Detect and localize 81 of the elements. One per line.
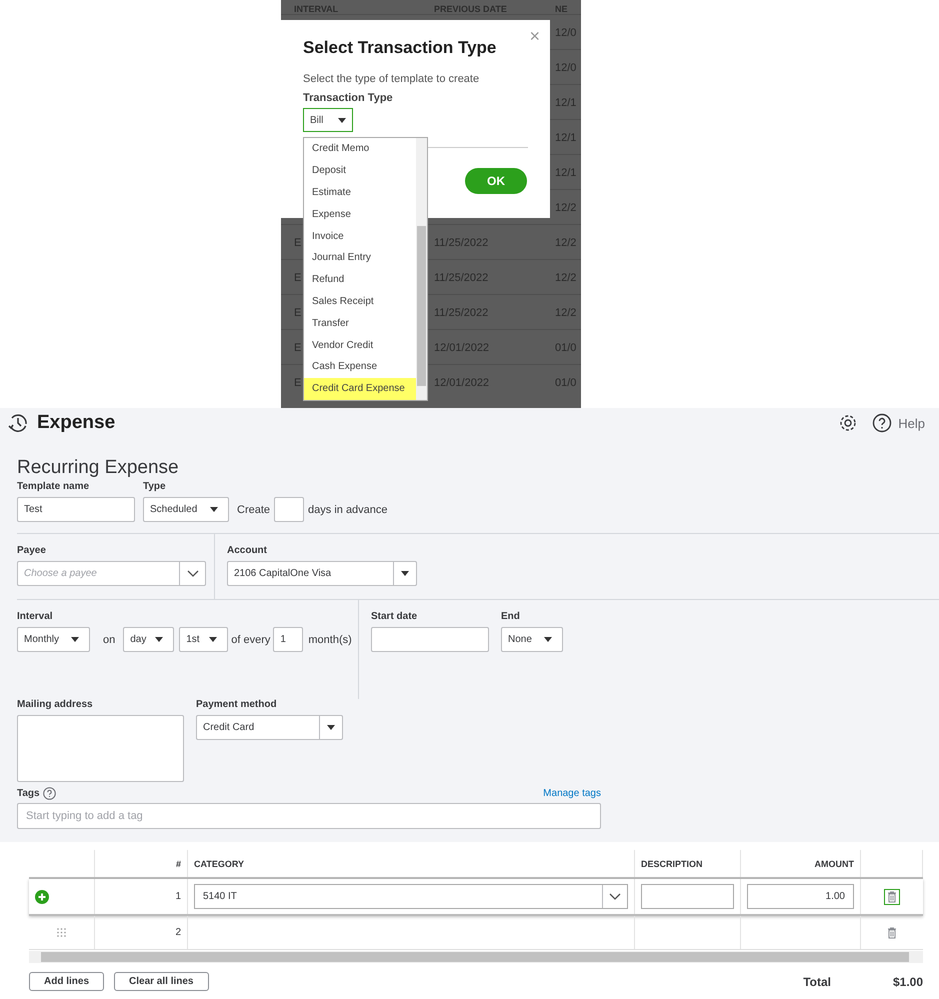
column-header: AMOUNT [814, 858, 854, 868]
field-label: Mailing address [17, 699, 94, 710]
input-field[interactable]: 1 [273, 627, 304, 652]
dropdown-option[interactable]: Deposit [304, 160, 416, 182]
line-row[interactable]: 1 5140 IT 1.00 [29, 879, 923, 916]
manage-tags-link[interactable]: Manage tags [543, 788, 601, 798]
trash-icon[interactable] [884, 888, 900, 904]
field-label: month(s) [308, 632, 352, 648]
field-label: days in advance [308, 502, 388, 518]
dropdown-option[interactable]: Vendor Credit [304, 334, 416, 356]
total-value: $1.00 [892, 974, 923, 988]
caret-icon [338, 118, 346, 122]
total-label: Total [803, 974, 831, 988]
select-field[interactable]: None [501, 627, 563, 652]
field-label: of every [231, 632, 270, 648]
horizontal-scrollbar[interactable] [29, 951, 923, 963]
caret-icon [155, 637, 164, 642]
caret-icon [327, 725, 335, 730]
chevron-icon [609, 893, 621, 900]
date-field[interactable] [371, 627, 489, 652]
dropdown-option[interactable]: Refund [304, 268, 416, 291]
dropdown-option[interactable]: Credit Card Expense [304, 378, 416, 400]
dropdown-option[interactable]: Credit Memo [304, 138, 416, 160]
caret-icon [71, 637, 79, 642]
dropdown-option[interactable]: Transfer [304, 312, 416, 334]
help-icon[interactable] [872, 413, 892, 433]
dropdown-option[interactable]: Estimate [304, 182, 416, 204]
address-field[interactable] [17, 715, 184, 782]
select-field[interactable]: day [123, 627, 174, 652]
form-heading: Recurring Expense [17, 457, 180, 479]
amount-field[interactable]: 1.00 [747, 884, 854, 909]
input-field[interactable]: Test [17, 497, 135, 522]
field-label: Start date [371, 611, 418, 622]
select-field[interactable]: Bill [303, 108, 353, 132]
field-label: Template name [17, 481, 90, 492]
add-icon[interactable] [35, 890, 49, 904]
dialog-title: Select Transaction Type [303, 38, 498, 58]
action-button[interactable]: Add lines [29, 972, 104, 991]
dialog-subtitle: Select the type of template to create [303, 73, 480, 85]
caret-icon [401, 571, 409, 576]
field-label: Tags [17, 786, 40, 800]
line-row[interactable]: 2 [29, 916, 923, 950]
line-number: 1 [175, 891, 181, 902]
field-label: Account [227, 545, 268, 556]
dropdown-option[interactable]: Sales Receipt [304, 290, 416, 312]
action-button[interactable]: Clear all lines [114, 972, 208, 991]
dropdown-option[interactable]: Expense [304, 203, 416, 226]
field-label: on [103, 632, 116, 648]
field-label: Payment method [196, 699, 278, 710]
caret-icon [209, 637, 218, 642]
select-field[interactable]: Credit Card [196, 715, 343, 740]
field-label: End [501, 611, 521, 622]
field-label: Interval [17, 611, 54, 622]
column-header: DESCRIPTION [641, 858, 703, 868]
field-label: Transaction Type [303, 92, 394, 104]
caret-icon [544, 637, 552, 642]
dropdown-option[interactable]: Invoice [304, 225, 416, 247]
recurring-clock-icon [7, 412, 29, 434]
dropdown-option[interactable]: Journal Entry [304, 246, 416, 269]
select-field[interactable]: 2106 CapitalOne Visa [227, 561, 417, 586]
field-label: Payee [17, 545, 47, 556]
input-field[interactable] [274, 497, 304, 522]
line-number: 2 [175, 927, 181, 938]
help-link[interactable]: Help [898, 416, 925, 430]
field-label: Type [143, 481, 167, 492]
select-field[interactable]: Scheduled [143, 497, 229, 522]
dropdown-option[interactable]: Cash Expense [304, 356, 416, 378]
scrollbar[interactable] [416, 138, 427, 400]
description-field[interactable] [641, 884, 734, 909]
column-header: CATEGORY [194, 858, 244, 868]
field-label: Create [237, 502, 270, 518]
drag-handle-icon[interactable] [57, 928, 66, 937]
help-icon[interactable] [42, 786, 56, 800]
select-field[interactable]: 1st [179, 627, 228, 652]
chevron-icon [186, 570, 198, 577]
page-title: Expense [37, 412, 116, 434]
settings-icon[interactable] [838, 413, 858, 433]
column-header: # [176, 858, 181, 868]
category-field[interactable]: 5140 IT [194, 884, 628, 909]
select-field[interactable]: Monthly [17, 627, 90, 652]
caret-icon [210, 507, 218, 512]
